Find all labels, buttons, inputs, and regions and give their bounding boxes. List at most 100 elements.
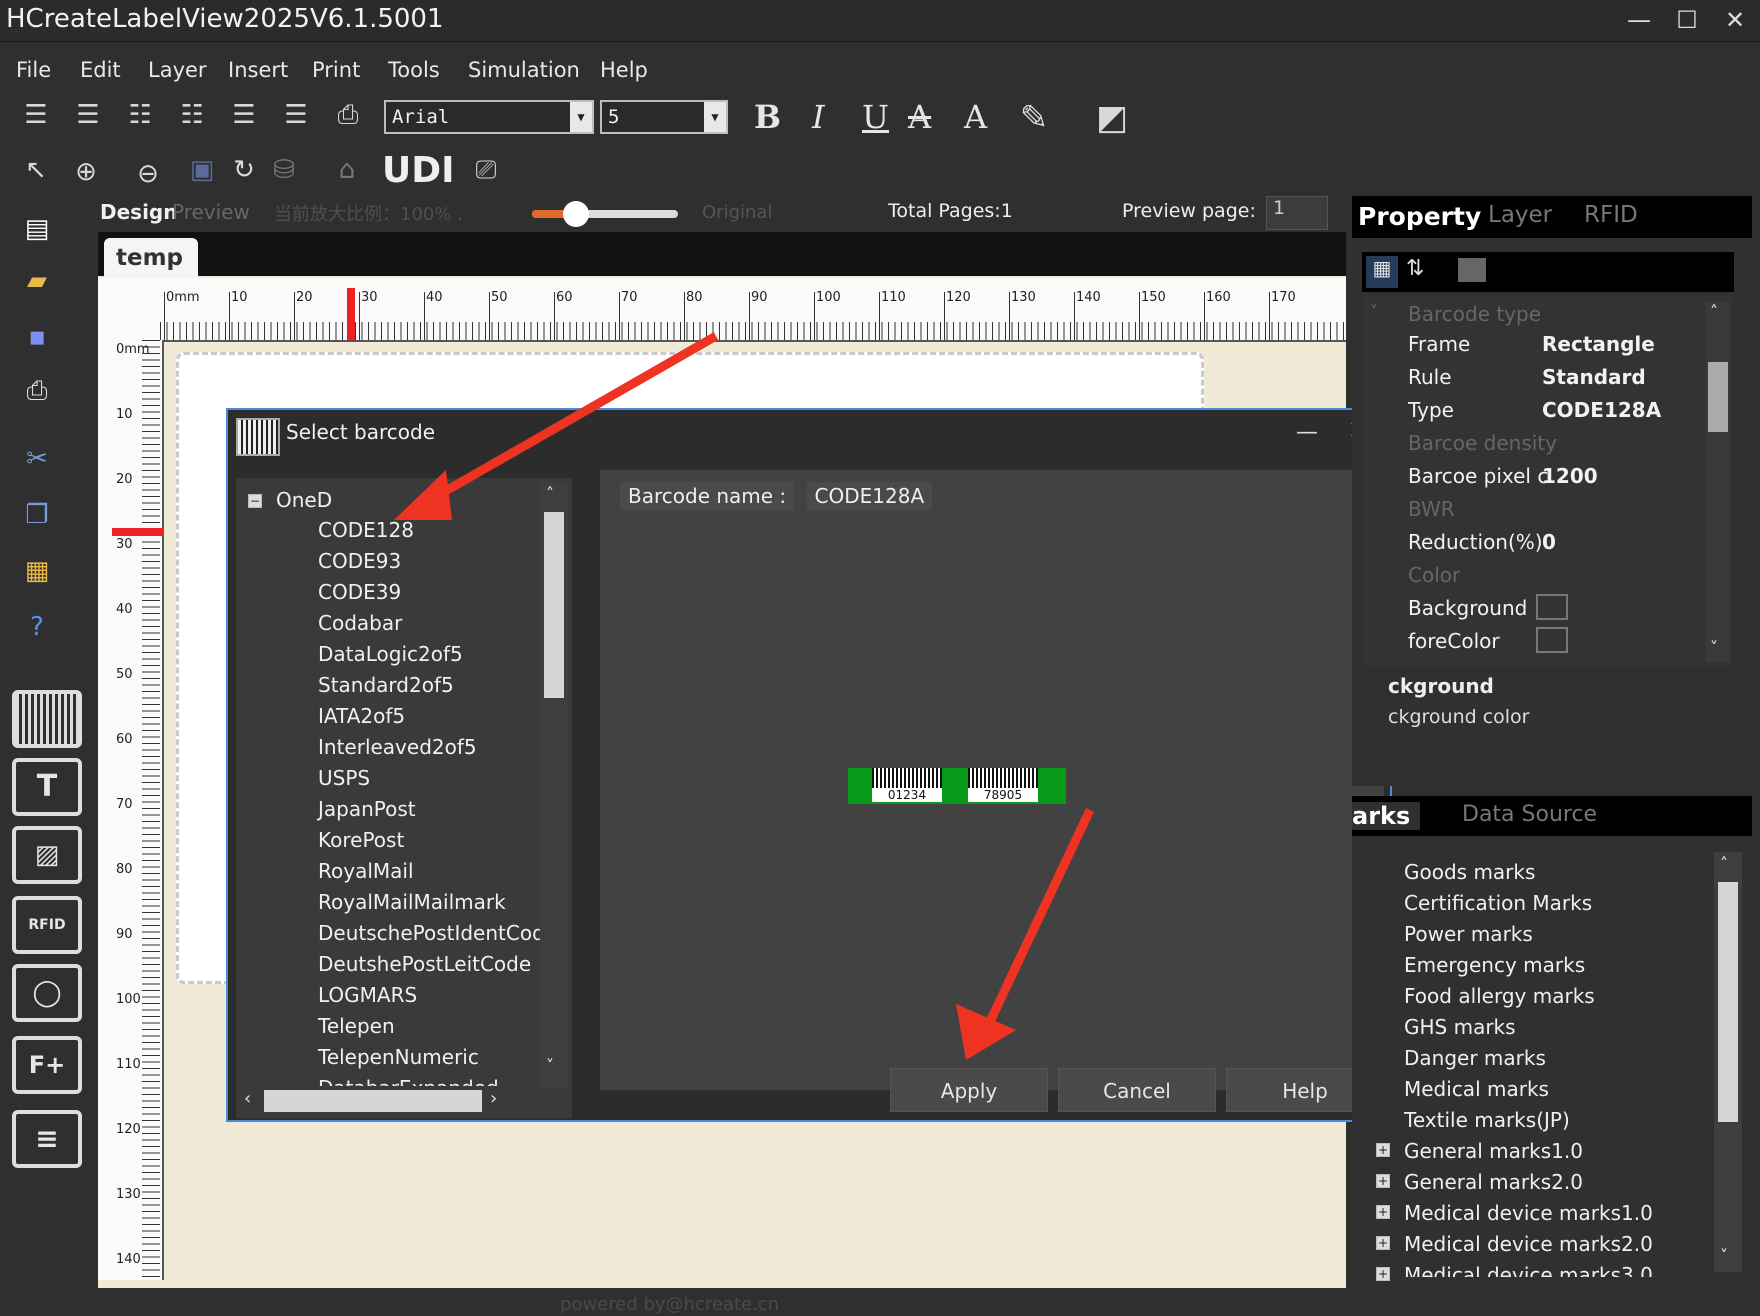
text-tool-icon[interactable]: T	[12, 758, 82, 816]
tree-hscroll-thumb[interactable]	[264, 1090, 482, 1112]
scroll-down-icon[interactable]: ˅	[1720, 1246, 1728, 1265]
menu-insert[interactable]: Insert	[228, 58, 288, 82]
menu-print[interactable]: Print	[312, 58, 360, 82]
tree-item[interactable]: DataLogic2of5	[318, 642, 463, 666]
cancel-button[interactable]: Cancel	[1058, 1068, 1216, 1112]
center-icon[interactable]: ☰	[278, 97, 314, 133]
tree-item[interactable]: DeutshePostLeitCode	[318, 952, 531, 976]
tree-item[interactable]: Interleaved2of5	[318, 735, 477, 759]
tree-item[interactable]: LOGMARS	[318, 983, 417, 1007]
menu-tools[interactable]: Tools	[388, 58, 440, 82]
palette-icon[interactable]: ◩	[1082, 100, 1142, 136]
property-value[interactable]: Rectangle	[1542, 332, 1655, 356]
tree-hscroll[interactable]: ‹ ›	[236, 1086, 568, 1116]
original-button[interactable]: Original	[702, 202, 772, 223]
tree-item[interactable]: JapanPost	[318, 797, 416, 821]
scroll-right-icon[interactable]: ›	[490, 1088, 497, 1109]
function-tool-icon[interactable]: F+	[12, 1036, 82, 1094]
property-pages-icon[interactable]	[1458, 258, 1486, 282]
tree-item[interactable]: USPS	[318, 766, 370, 790]
rfid-tool-icon[interactable]: RFID	[12, 896, 82, 954]
mark-item[interactable]: Food allergy marks	[1404, 984, 1595, 1008]
scroll-up-icon[interactable]: ˄	[1710, 302, 1718, 321]
zoom-slider-knob[interactable]	[562, 201, 589, 227]
strikethrough-button[interactable]: A	[908, 98, 931, 136]
image-tool-icon[interactable]: ▨	[12, 826, 82, 884]
expand-icon[interactable]: +	[1376, 1236, 1390, 1250]
underline-button[interactable]: U	[862, 98, 889, 136]
delete-icon[interactable]: ▣	[184, 152, 220, 188]
marks-vscroll[interactable]: ˄ ˅	[1714, 852, 1742, 1272]
apply-button[interactable]: Apply	[890, 1068, 1048, 1112]
print-icon[interactable]: ⎙	[18, 372, 56, 410]
property-value[interactable]: CODE128A	[1542, 398, 1661, 422]
tree-vscroll-thumb[interactable]	[544, 512, 564, 698]
zoom-slider[interactable]	[532, 201, 678, 227]
collapse-section-icon[interactable]: ˅	[1370, 302, 1378, 321]
udi-button[interactable]: UDI	[382, 150, 455, 191]
categorized-icon[interactable]: ▦	[1366, 256, 1398, 288]
document-tab[interactable]: temp	[104, 238, 198, 278]
design-tab[interactable]: Design	[100, 200, 177, 224]
mark-item[interactable]: Textile marks(JP)	[1404, 1108, 1570, 1132]
document-tool-icon[interactable]: ≡	[12, 1110, 82, 1168]
zoom-in-icon[interactable]: ⊕	[68, 154, 104, 190]
mark-group[interactable]: General marks2.0	[1404, 1170, 1583, 1194]
property-value[interactable]: Standard	[1542, 365, 1646, 389]
pointer-icon[interactable]: ↖	[18, 152, 54, 188]
tab-rfid[interactable]: RFID	[1584, 202, 1638, 228]
expand-icon[interactable]: +	[1376, 1205, 1390, 1219]
cut-icon[interactable]: ✂	[18, 440, 56, 478]
scroll-up-icon[interactable]: ˄	[546, 484, 554, 503]
property-value[interactable]: 0	[1542, 530, 1556, 554]
printer-icon[interactable]: ⎙	[330, 97, 366, 133]
mark-item[interactable]: Medical marks	[1404, 1077, 1549, 1101]
menu-simulation[interactable]: Simulation	[468, 58, 580, 82]
property-vscroll[interactable]: ˄ ˅	[1706, 302, 1730, 662]
brush-icon[interactable]: ✎	[1016, 100, 1052, 136]
shape-tool-icon[interactable]: ◯	[12, 964, 82, 1022]
mark-group[interactable]: Medical device marks1.0	[1404, 1201, 1653, 1225]
tree-item[interactable]: IATA2of5	[318, 704, 405, 728]
align-left-icon[interactable]: ☰	[18, 97, 54, 133]
mark-item[interactable]: Certification Marks	[1404, 891, 1592, 915]
tree-item[interactable]: Codabar	[318, 611, 402, 635]
expand-icon[interactable]: +	[1376, 1143, 1390, 1157]
tree-root-oned[interactable]: OneD	[276, 488, 332, 512]
tab-marks[interactable]: arks	[1352, 802, 1421, 830]
expand-icon[interactable]: +	[1376, 1174, 1390, 1188]
expand-icon[interactable]: +	[1376, 1267, 1390, 1281]
preview-tab[interactable]: Preview	[172, 200, 250, 224]
font-size-select[interactable]: 5 ▼	[600, 100, 728, 134]
color-swatch[interactable]	[1536, 594, 1568, 620]
bold-button[interactable]: B	[754, 98, 781, 136]
open-folder-icon[interactable]: ▰	[18, 262, 56, 300]
mark-group[interactable]: General marks1.0	[1404, 1139, 1583, 1163]
barcode-tool-icon[interactable]	[12, 690, 82, 748]
numbered-list-icon[interactable]: ☷	[174, 97, 210, 133]
tree-item[interactable]: RoyalMail	[318, 859, 414, 883]
new-file-icon[interactable]: ▤	[18, 210, 56, 248]
tab-property[interactable]: Property	[1358, 202, 1481, 231]
scanner-icon[interactable]: ⌂	[322, 152, 372, 188]
tree-item[interactable]: CODE93	[318, 549, 401, 573]
mark-item[interactable]: Power marks	[1404, 922, 1533, 946]
minimize-button[interactable]: —	[1616, 0, 1662, 40]
menu-file[interactable]: File	[16, 58, 51, 82]
color-swatch[interactable]	[1536, 627, 1568, 653]
paste-icon[interactable]: ▦	[18, 552, 56, 590]
font-button[interactable]: A	[964, 98, 987, 136]
sort-az-icon[interactable]: ⇅	[1406, 256, 1424, 281]
save-icon[interactable]: ▪	[18, 318, 56, 356]
mark-group[interactable]: Medical device marks2.0	[1404, 1232, 1653, 1256]
menu-edit[interactable]: Edit	[80, 58, 121, 82]
close-button[interactable]: ✕	[1712, 0, 1758, 40]
scroll-up-icon[interactable]: ˄	[1720, 854, 1728, 873]
italic-button[interactable]: I	[812, 98, 825, 136]
collapse-icon[interactable]: −	[248, 494, 262, 508]
mark-item[interactable]: Danger marks	[1404, 1046, 1546, 1070]
property-vscroll-thumb[interactable]	[1708, 362, 1728, 432]
scroll-down-icon[interactable]: ˅	[546, 1056, 554, 1075]
preview-page-input[interactable]: 1	[1266, 196, 1328, 230]
maximize-button[interactable]: ☐	[1664, 0, 1710, 40]
